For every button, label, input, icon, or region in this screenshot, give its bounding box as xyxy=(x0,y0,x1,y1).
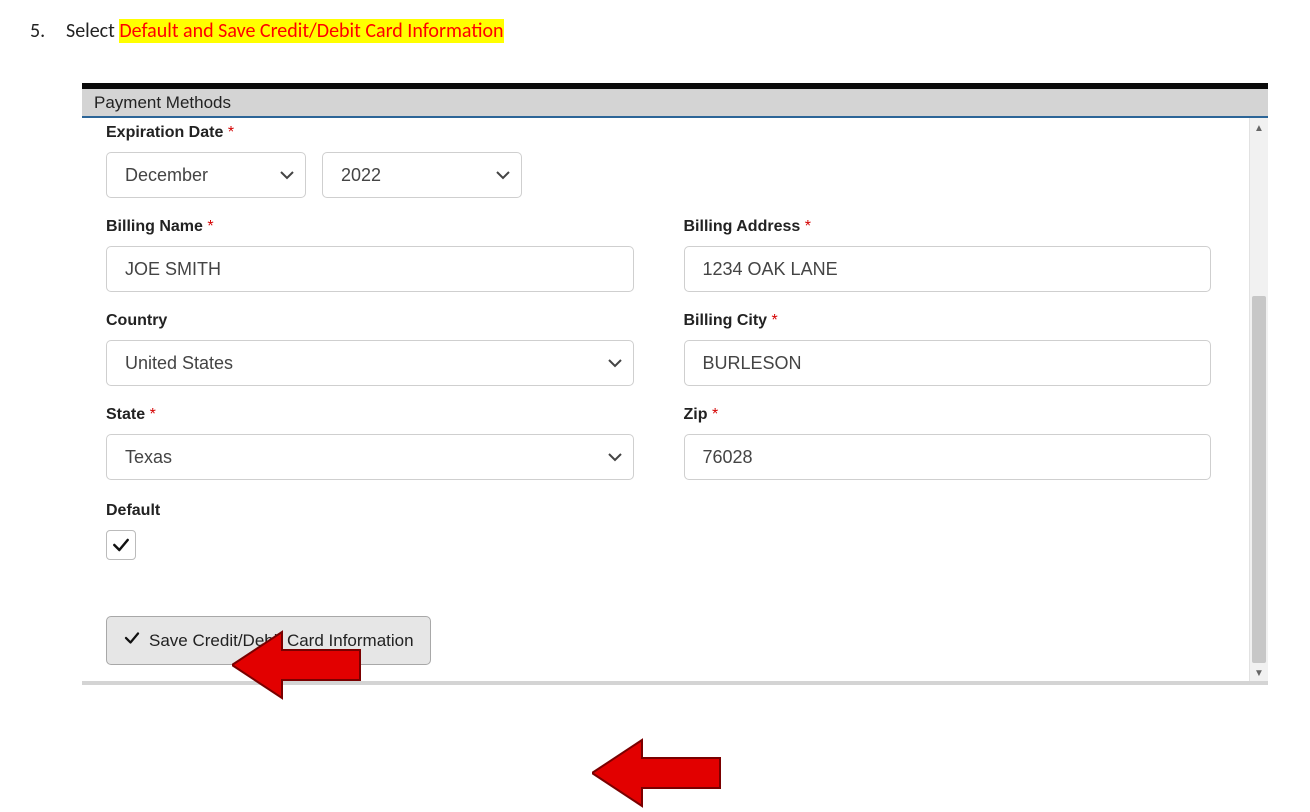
scroll-up-icon: ▲ xyxy=(1250,118,1268,136)
billing-city-block: Billing City * BURLESON xyxy=(684,312,1212,386)
vertical-scrollbar[interactable]: ▲ ▼ xyxy=(1249,118,1268,681)
required-marker: * xyxy=(772,312,778,329)
state-block: State * Texas xyxy=(106,406,634,480)
expiration-selects: December 2022 xyxy=(106,152,1211,198)
step-text: Select Default and Save Credit/Debit Car… xyxy=(66,18,504,45)
billing-address-label: Billing Address * xyxy=(684,218,1212,236)
instruction-step: 5. Select Default and Save Credit/Debit … xyxy=(30,18,1280,45)
billing-address-input[interactable]: 1234 OAK LANE xyxy=(684,246,1212,292)
step-highlight: Default and Save Credit/Debit Card Infor… xyxy=(119,19,503,43)
expiration-block: Expiration Date * December 2022 xyxy=(106,124,1211,198)
row-name-address: Billing Name * JOE SMITH Billing Address… xyxy=(106,218,1211,292)
annotation-arrow-save xyxy=(592,734,722,812)
save-card-button[interactable]: Save Credit/Debit Card Information xyxy=(106,616,431,665)
state-label: State * xyxy=(106,406,634,424)
chevron-down-icon xyxy=(607,449,623,465)
required-marker: * xyxy=(207,218,213,235)
billing-name-input[interactable]: JOE SMITH xyxy=(106,246,634,292)
check-icon xyxy=(123,629,141,652)
billing-name-block: Billing Name * JOE SMITH xyxy=(106,218,634,292)
default-label: Default xyxy=(106,502,1211,520)
exp-year-select[interactable]: 2022 xyxy=(322,152,522,198)
form-content: Expiration Date * December 2022 xyxy=(82,118,1249,681)
billing-city-input[interactable]: BURLESON xyxy=(684,340,1212,386)
billing-name-label: Billing Name * xyxy=(106,218,634,236)
country-block: Country United States xyxy=(106,312,634,386)
row-country-city: Country United States Billing City * BUR… xyxy=(106,312,1211,386)
row-state-zip: State * Texas Zip * 76028 xyxy=(106,406,1211,480)
required-marker: * xyxy=(228,124,234,141)
section-title: Payment Methods xyxy=(82,89,1268,118)
state-select[interactable]: Texas xyxy=(106,434,634,480)
billing-city-label: Billing City * xyxy=(684,312,1212,330)
default-checkbox[interactable] xyxy=(106,530,136,560)
country-select[interactable]: United States xyxy=(106,340,634,386)
exp-month-select[interactable]: December xyxy=(106,152,306,198)
chevron-down-icon xyxy=(495,167,511,183)
scroll-track xyxy=(1250,136,1268,663)
expiration-label: Expiration Date * xyxy=(106,124,1211,142)
zip-label: Zip * xyxy=(684,406,1212,424)
chevron-down-icon xyxy=(607,355,623,371)
chevron-down-icon xyxy=(279,167,295,183)
required-marker: * xyxy=(150,406,156,423)
payment-methods-panel: Payment Methods Expiration Date * Decemb… xyxy=(82,83,1268,685)
scroll-thumb[interactable] xyxy=(1252,296,1266,663)
country-label: Country xyxy=(106,312,634,330)
default-block: Default xyxy=(106,502,1211,560)
scroll-down-icon: ▼ xyxy=(1250,663,1268,681)
required-marker: * xyxy=(712,406,718,423)
step-prefix: Select xyxy=(66,19,119,43)
scroll-area: Expiration Date * December 2022 xyxy=(82,118,1268,685)
required-marker: * xyxy=(805,218,811,235)
zip-block: Zip * 76028 xyxy=(684,406,1212,480)
billing-address-block: Billing Address * 1234 OAK LANE xyxy=(684,218,1212,292)
step-number: 5. xyxy=(30,18,50,45)
zip-input[interactable]: 76028 xyxy=(684,434,1212,480)
